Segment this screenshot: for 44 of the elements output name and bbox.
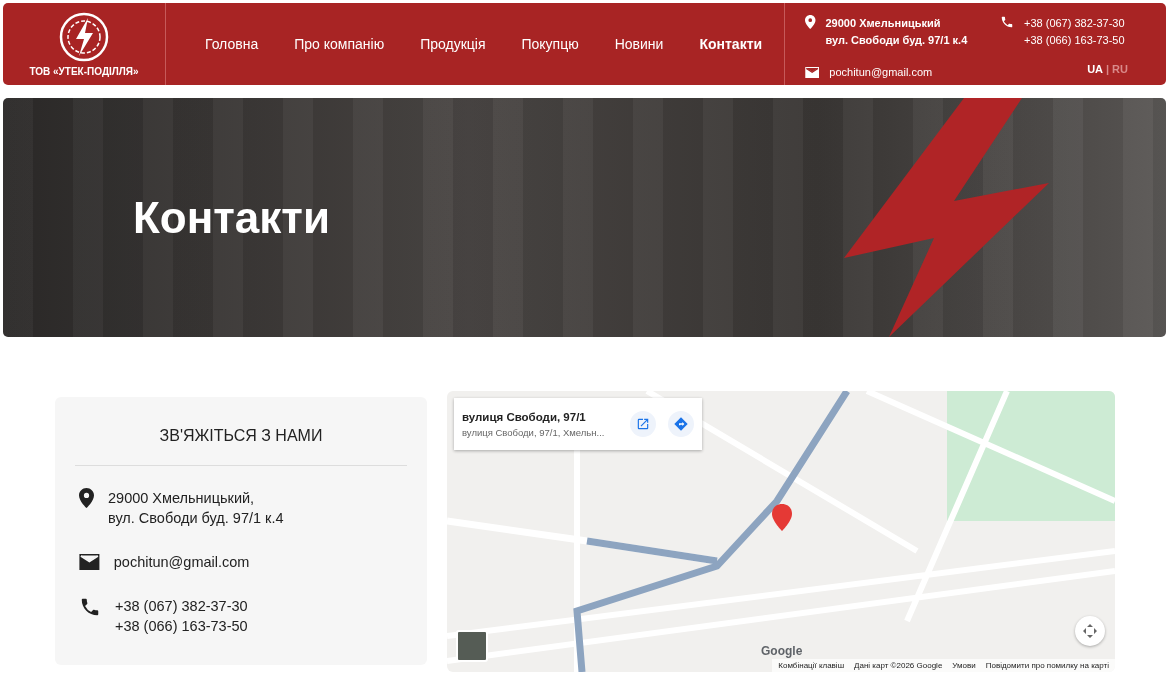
lightning-logo-icon <box>59 11 109 62</box>
email-link[interactable]: pochitun@gmail.com <box>829 64 933 82</box>
nav-link[interactable]: Про компанію <box>276 36 403 52</box>
nav-link[interactable]: Головна <box>187 36 277 52</box>
nav-link[interactable]: Продукція <box>402 36 504 52</box>
phone-icon <box>79 596 101 618</box>
external-link-icon <box>636 417 650 431</box>
map-brand-text: Google <box>761 644 803 658</box>
address-text: вул. Свободи буд. 97/1 к.4 <box>825 33 968 48</box>
mail-icon <box>805 67 820 79</box>
language-separator: | <box>1106 62 1110 77</box>
map-footer-link[interactable]: Умови <box>952 661 976 670</box>
phone-link[interactable]: +38 (066) 163-73-50 <box>1024 32 1125 49</box>
directions-button[interactable] <box>668 411 694 437</box>
page-title: Контакти <box>133 192 330 243</box>
open-external-button[interactable] <box>630 411 656 437</box>
place-address: вулиця Свободи, 97/1, Хмельн... <box>462 426 606 438</box>
email-text: pochitun@gmail.com <box>113 553 250 572</box>
map-view[interactable]: вулиця Свободи, 97/1 вулиця Свободи, 97/1, Хмельн... Google Комбінації клавіш Дані карт ©2026 Google Умови Повідомити про помилку на карті <box>447 391 1115 672</box>
pan-control[interactable] <box>1075 616 1105 646</box>
phone-icon <box>1000 15 1014 29</box>
mail-icon <box>79 554 100 570</box>
map-footer-link[interactable]: Повідомити про помилку на карті <box>985 661 1109 670</box>
phone-text: +38 (066) 163-73-50 <box>115 617 248 636</box>
satellite-toggle[interactable] <box>456 630 488 662</box>
nav-link[interactable]: Контакти <box>681 36 781 52</box>
directions-icon <box>673 416 689 432</box>
phone-link[interactable]: +38 (067) 382-37-30 <box>1024 15 1125 32</box>
address-text: вул. Свободи буд. 97/1 к.4 <box>108 509 284 528</box>
logo-text: ТОВ «УТЕК-ПОДІЛЛЯ» <box>29 65 139 77</box>
phone-text: +38 (067) 382-37-30 <box>115 597 248 616</box>
map-marker-icon <box>772 504 792 531</box>
location-pin-icon <box>805 15 816 29</box>
card-title: ЗВ'ЯЖІТЬСЯ З НАМИ <box>75 397 407 466</box>
location-pin-icon <box>79 488 94 508</box>
place-title: вулиця Свободи, 97/1 <box>462 410 587 423</box>
pan-arrows-icon <box>1082 623 1098 639</box>
language-link[interactable]: UA <box>1087 62 1104 85</box>
nav-link[interactable]: Новини <box>596 36 682 52</box>
nav-link[interactable]: Покупцю <box>503 36 597 52</box>
map-footer-link[interactable]: Комбінації клавіш <box>778 661 845 670</box>
map-footer-link[interactable]: Дані карт ©2026 Google <box>854 661 943 670</box>
address-text: 29000 Хмельницький, <box>108 489 256 508</box>
address-text: 29000 Хмельницький <box>825 16 942 31</box>
